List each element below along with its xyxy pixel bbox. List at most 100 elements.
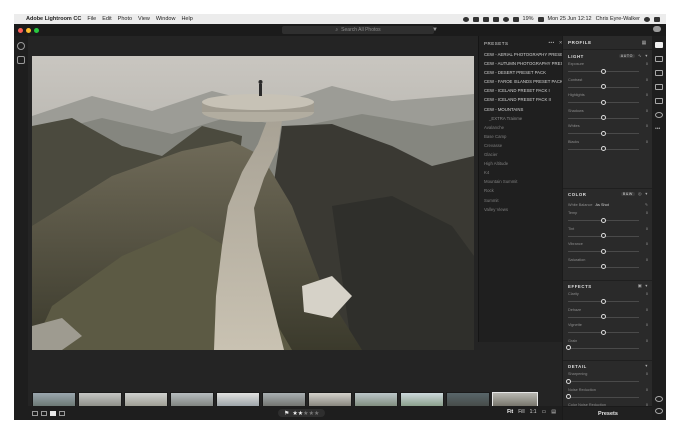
preset-item[interactable]: Summit [479, 196, 568, 205]
slider-handle[interactable] [601, 84, 606, 90]
app-menu-name[interactable]: Adobe Lightroom CC [26, 16, 81, 22]
slider-value[interactable]: 0 [646, 78, 648, 82]
slider-highlights[interactable]: Highlights 0 [563, 92, 653, 108]
white-balance-select[interactable]: As Shot [595, 203, 608, 207]
slider-handle[interactable] [601, 99, 606, 105]
slider-value[interactable]: 0 [646, 124, 648, 128]
slider-saturation[interactable]: Saturation 0 [563, 257, 653, 273]
slider-value[interactable]: 0 [646, 258, 648, 262]
slider-vignette[interactable]: Vignette 0 [563, 322, 653, 338]
clock[interactable]: Mon 25 Jun 12:12 [548, 16, 592, 22]
auto-button[interactable]: AUTO [618, 54, 636, 58]
slider-handle[interactable] [565, 394, 571, 400]
slider-dehaze[interactable]: Dehaze 0 [563, 307, 653, 323]
rating-stars[interactable]: ★★★★★ [292, 410, 319, 417]
slider-more-icon[interactable] [644, 217, 650, 223]
slider-more-icon[interactable] [644, 345, 650, 351]
slider-handle[interactable] [601, 248, 606, 254]
chevron-down-icon[interactable]: ▾ [645, 283, 648, 289]
slider-value[interactable]: 0 [646, 323, 648, 327]
battery-icon[interactable] [537, 16, 544, 22]
slider-grain[interactable]: Grain 0 [563, 338, 653, 354]
slider-value[interactable]: 0 [646, 211, 648, 215]
preset-item[interactable]: Avalanche [479, 123, 568, 132]
chevron-down-icon[interactable]: ▾ [645, 363, 648, 369]
library-icon[interactable] [17, 56, 25, 64]
preset-item[interactable]: Mountain Summit [479, 177, 568, 186]
slider-value[interactable]: 0 [646, 109, 648, 113]
rating-control[interactable]: ⚑ ★★★★★ [278, 409, 326, 417]
status-icon[interactable] [502, 16, 509, 22]
slider-more-icon[interactable] [644, 298, 650, 304]
bw-button[interactable]: B&W [620, 192, 635, 196]
preset-group[interactable]: CEW - AUTUMN PHOTOGRAPHY PRESET [479, 59, 568, 68]
compare-icon[interactable]: ▭ [542, 409, 547, 415]
slider-value[interactable]: 0 [646, 227, 648, 231]
slider-blacks[interactable]: Blacks 0 [563, 139, 653, 155]
slider-handle[interactable] [601, 233, 606, 239]
rating-star[interactable]: ★ [314, 411, 319, 417]
dropbox-icon[interactable] [482, 16, 489, 22]
light-title[interactable]: LIGHT [568, 54, 584, 59]
tag-icon[interactable] [655, 396, 663, 402]
more-options-icon[interactable]: ••• [548, 40, 554, 46]
slider-handle[interactable] [601, 264, 606, 270]
battery-percent[interactable]: 19% [523, 16, 534, 22]
healing-brush-icon[interactable] [655, 70, 663, 76]
slider-whites[interactable]: Whites 0 [563, 123, 653, 139]
slider-value[interactable]: 0 [646, 388, 648, 392]
close-window-button[interactable] [18, 27, 23, 33]
preset-group[interactable]: CEW - DESERT PRESET PACK [479, 68, 568, 77]
radial-gradient-icon[interactable] [655, 112, 663, 118]
edit-icon[interactable] [655, 42, 663, 48]
zoom-window-button[interactable] [34, 27, 39, 33]
zoom-1to1-button[interactable]: 1:1 [530, 409, 537, 415]
slider-shadows[interactable]: Shadows 0 [563, 108, 653, 124]
preset-item[interactable]: Crevasse [479, 141, 568, 150]
menu-edit[interactable]: Edit [102, 16, 111, 22]
slider-handle[interactable] [601, 115, 606, 121]
preset-group[interactable]: CEW - ICELAND PRESET PACK II [479, 95, 568, 104]
effects-title[interactable]: EFFECTS [568, 284, 592, 289]
brush-icon[interactable] [655, 84, 663, 90]
color-mixer-icon[interactable]: ◎ [638, 191, 642, 197]
preset-item[interactable]: Valley Views [479, 205, 568, 214]
slider-sharpening[interactable]: Sharpening 0 [563, 371, 653, 387]
slider-more-icon[interactable] [644, 314, 650, 320]
presets-button[interactable]: Presets [563, 406, 653, 420]
slider-more-icon[interactable] [644, 146, 650, 152]
slider-more-icon[interactable] [644, 329, 650, 335]
preset-item[interactable]: Rock [479, 186, 568, 195]
menu-window[interactable]: Window [156, 16, 176, 22]
sort-icon[interactable] [59, 410, 65, 416]
zoom-fill-button[interactable]: Fill [518, 409, 524, 415]
color-title[interactable]: COLOR [568, 192, 587, 197]
status-icon[interactable] [492, 16, 499, 22]
more-icon[interactable]: ••• [655, 126, 663, 132]
slider-noise-reduction[interactable]: Noise Reduction 0 [563, 387, 653, 403]
slider-more-icon[interactable] [644, 115, 650, 121]
chevron-down-icon[interactable]: ▾ [645, 53, 648, 59]
menu-view[interactable]: View [138, 16, 150, 22]
slider-handle[interactable] [601, 298, 606, 304]
slider-value[interactable]: 0 [646, 308, 648, 312]
status-icon[interactable] [472, 16, 479, 22]
menu-photo[interactable]: Photo [118, 16, 132, 22]
eyedropper-icon[interactable]: ✎ [645, 202, 648, 207]
slider-vibrance[interactable]: Vibrance 0 [563, 241, 653, 257]
curve-icon[interactable]: ∿ [638, 53, 642, 59]
vignette-options-icon[interactable]: ▣ [638, 283, 643, 289]
preset-item[interactable]: _EXTRA Trainme [479, 114, 568, 123]
menu-help[interactable]: Help [181, 16, 192, 22]
slider-value[interactable]: 0 [646, 62, 648, 66]
slider-more-icon[interactable] [644, 130, 650, 136]
user-name[interactable]: Chris Eyre-Walker [596, 16, 640, 22]
add-photos-icon[interactable] [17, 42, 25, 50]
slider-handle[interactable] [601, 146, 606, 152]
preset-item[interactable]: Glacier [479, 150, 568, 159]
preset-group[interactable]: CEW - MOUNTAINS [479, 105, 568, 114]
detail-title[interactable]: DETAIL [568, 364, 587, 369]
slider-contrast[interactable]: Contrast 0 [563, 77, 653, 93]
minimize-window-button[interactable] [26, 27, 31, 33]
slider-handle[interactable] [601, 130, 606, 136]
